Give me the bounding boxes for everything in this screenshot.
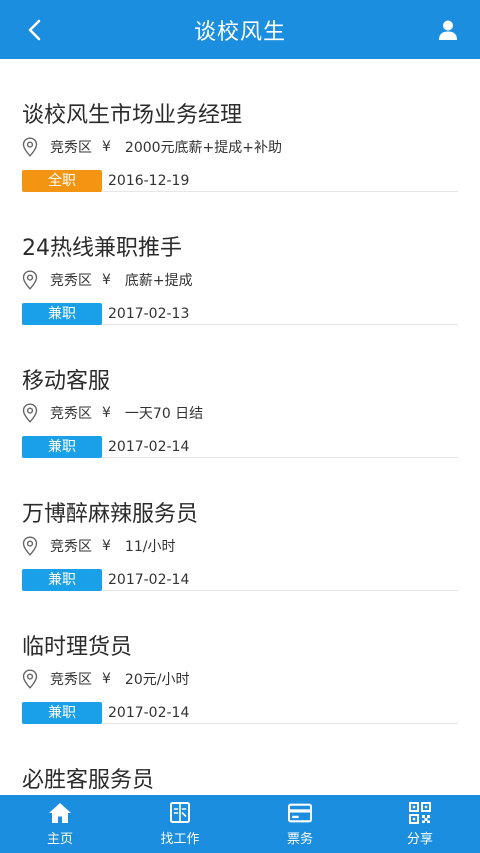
job-tag-row: 兼职 2017-02-13 [22, 303, 189, 325]
job-title: 24热线兼职推手 [22, 236, 182, 261]
location-pin-icon [22, 270, 38, 290]
job-district: 竞秀区 [50, 140, 92, 156]
location-pin-icon [22, 403, 38, 423]
job-salary: 20元/小时 [124, 672, 190, 688]
job-title: 万博醉麻辣服务员 [22, 502, 199, 527]
job-list-item[interactable]: 临时理货员 竞秀区 ¥ 20元/小时 兼职 2017-02-14 [22, 591, 458, 724]
job-district: 竞秀区 [50, 539, 92, 555]
location-pin-icon [22, 137, 38, 157]
job-date: 2016-12-19 [108, 173, 190, 189]
qr-code-icon [408, 801, 432, 825]
job-salary: 2000元底薪+提成+补助 [124, 140, 283, 156]
job-date: 2017-02-14 [108, 439, 190, 455]
job-tag-row: 兼职 2017-02-14 [22, 436, 189, 458]
job-title: 谈校风生市场业务经理 [22, 103, 243, 128]
job-type-badge: 兼职 [22, 303, 102, 325]
job-district: 竞秀区 [50, 406, 92, 422]
job-title: 移动客服 [22, 369, 111, 394]
nav-item-label: 分享 [406, 832, 433, 847]
job-district: 竞秀区 [50, 273, 92, 289]
job-list-item[interactable]: 必胜客服务员 [22, 724, 458, 793]
user-profile-button[interactable] [428, 12, 468, 48]
job-date: 2017-02-13 [108, 306, 190, 322]
location-pin-icon [22, 536, 38, 556]
job-salary: 11/小时 [124, 539, 176, 555]
job-type-badge: 全职 [22, 170, 102, 192]
job-list-item[interactable]: 谈校风生市场业务经理 竞秀区 ¥ 2000元底薪+提成+补助 全职 2016-1… [22, 59, 458, 192]
job-meta: 竞秀区 ¥ 底薪+提成 [22, 270, 193, 290]
currency-symbol: ¥ [102, 538, 111, 554]
nav-item-share[interactable]: 分享 [360, 795, 480, 853]
top-app-bar: 谈校风生 [0, 0, 480, 59]
job-date: 2017-02-14 [108, 572, 190, 588]
job-date: 2017-02-14 [108, 705, 190, 721]
location-pin-icon [22, 669, 38, 689]
nav-item-find-job[interactable]: 找工作 [120, 795, 240, 853]
currency-symbol: ¥ [102, 139, 111, 155]
job-tag-row: 全职 2016-12-19 [22, 170, 189, 192]
job-meta: 竞秀区 ¥ 2000元底薪+提成+补助 [22, 137, 282, 157]
bottom-navigation: 主页 找工作 票务 分享 [0, 795, 480, 853]
nav-item-label: 找工作 [160, 832, 200, 847]
job-salary: 一天70 日结 [124, 406, 204, 422]
back-button[interactable] [14, 12, 54, 48]
job-meta: 竞秀区 ¥ 11/小时 [22, 536, 175, 556]
job-type-badge: 兼职 [22, 436, 102, 458]
currency-symbol: ¥ [102, 272, 111, 288]
job-list-item[interactable]: 万博醉麻辣服务员 竞秀区 ¥ 11/小时 兼职 2017-02-14 [22, 458, 458, 591]
find-job-icon [168, 801, 192, 825]
job-title: 临时理货员 [22, 635, 133, 660]
job-list: 谈校风生市场业务经理 竞秀区 ¥ 2000元底薪+提成+补助 全职 2016-1… [0, 59, 480, 795]
job-tag-row: 兼职 2017-02-14 [22, 569, 189, 591]
job-type-badge: 兼职 [22, 702, 102, 724]
nav-item-label: 主页 [46, 832, 73, 847]
currency-symbol: ¥ [102, 405, 111, 421]
app-root: 谈校风生 谈校风生市场业务经理 竞秀区 ¥ 2000元底薪+提成+补助 全职 2… [0, 0, 480, 853]
nav-item-tickets[interactable]: 票务 [240, 795, 360, 853]
job-title: 必胜客服务员 [22, 768, 155, 793]
nav-item-label: 票务 [286, 832, 313, 847]
ticket-icon [288, 801, 312, 825]
nav-item-home[interactable]: 主页 [0, 795, 120, 853]
chevron-left-icon [28, 19, 41, 41]
user-icon [439, 20, 457, 40]
job-list-item[interactable]: 移动客服 竞秀区 ¥ 一天70 日结 兼职 2017-02-14 [22, 325, 458, 458]
job-meta: 竞秀区 ¥ 一天70 日结 [22, 403, 203, 423]
job-salary: 底薪+提成 [124, 273, 193, 289]
page-title: 谈校风生 [193, 19, 286, 45]
job-type-badge: 兼职 [22, 569, 102, 591]
home-icon [48, 801, 72, 825]
job-tag-row: 兼职 2017-02-14 [22, 702, 189, 724]
job-meta: 竞秀区 ¥ 20元/小时 [22, 669, 189, 689]
job-list-item[interactable]: 24热线兼职推手 竞秀区 ¥ 底薪+提成 兼职 2017-02-13 [22, 192, 458, 325]
currency-symbol: ¥ [102, 671, 111, 687]
job-district: 竞秀区 [50, 672, 92, 688]
